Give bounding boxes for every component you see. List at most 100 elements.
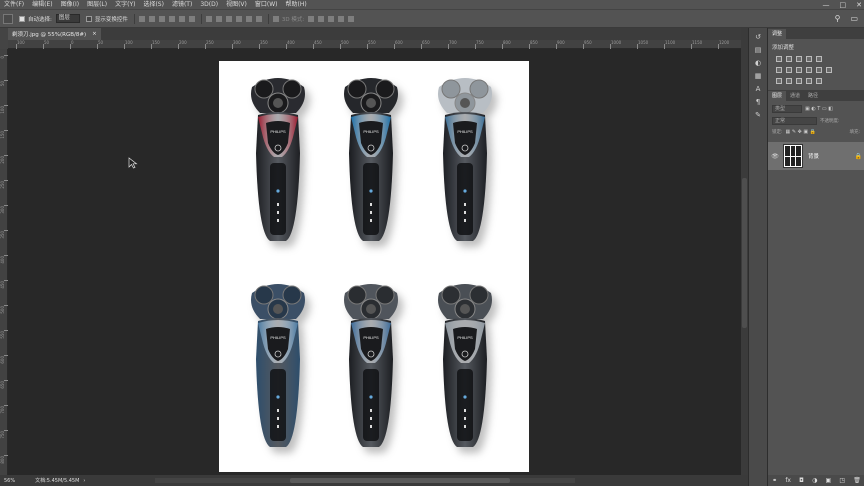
move-tool-preset-icon[interactable] <box>3 13 13 24</box>
swatches-icon[interactable]: ▦ <box>754 72 762 80</box>
menu-item[interactable]: 编辑(E) <box>28 0 56 9</box>
distribute-bottom-icon[interactable] <box>225 15 232 22</box>
invert-icon[interactable] <box>776 78 782 84</box>
divider <box>200 13 202 24</box>
hue-saturation-icon[interactable] <box>776 67 782 73</box>
posterize-icon[interactable] <box>786 78 792 84</box>
menu-item[interactable]: 视图(V) <box>222 0 251 9</box>
link-layers-icon[interactable]: ⚭ <box>772 477 777 484</box>
brightness-icon[interactable] <box>776 56 782 62</box>
minimize-button[interactable]: — <box>823 1 830 9</box>
document-tab[interactable]: 剃须刀.jpg @ 55%(RGB/8#) × <box>8 28 101 40</box>
tab-paths[interactable]: 路径 <box>804 91 822 101</box>
distribute-vcenter-icon[interactable] <box>215 15 222 22</box>
align-bottom-icon[interactable] <box>158 15 165 22</box>
menu-item[interactable]: 滤镜(T) <box>168 0 196 9</box>
3d-scale-icon[interactable] <box>348 15 355 22</box>
fill-label: 填充: <box>849 130 860 135</box>
3d-pan-icon[interactable] <box>328 15 335 22</box>
auto-align-icon[interactable] <box>272 15 279 22</box>
kind-filter-dropdown[interactable]: 类型 <box>772 105 802 113</box>
align-left-icon[interactable] <box>168 15 175 22</box>
exposure-icon[interactable] <box>806 56 812 62</box>
ruler-label: 800 <box>503 40 511 45</box>
paragraph-icon[interactable]: ¶ <box>754 98 762 106</box>
horizontal-ruler[interactable]: 100 50 0 50 100 150 200 250 300 350 400 450 500 550 60… <box>8 40 741 49</box>
new-adjustment-icon[interactable]: ◑ <box>812 477 817 484</box>
auto-select-checkbox[interactable] <box>19 15 25 22</box>
auto-select-dropdown[interactable]: 图层 <box>55 14 80 23</box>
visibility-eye-icon[interactable]: 👁 <box>771 153 779 160</box>
black-white-icon[interactable] <box>796 67 802 73</box>
status-arrow-icon[interactable]: › <box>83 478 85 484</box>
align-vcenter-icon[interactable] <box>148 15 155 22</box>
vibrance-icon[interactable] <box>816 56 822 62</box>
document-canvas[interactable]: PHILIPS PHILIPS PHILIPS PHILIPS PHILIPS … <box>219 61 529 472</box>
close-button[interactable]: ✕ <box>856 1 862 9</box>
horizontal-scrollbar[interactable] <box>155 478 575 483</box>
tab-channels[interactable]: 通道 <box>786 91 804 101</box>
tab-layers[interactable]: 图层 <box>768 91 787 101</box>
menu-item[interactable]: 选择(S) <box>139 0 168 9</box>
maximize-button[interactable]: □ <box>840 1 847 9</box>
selective-color-icon[interactable] <box>816 78 822 84</box>
levels-icon[interactable] <box>786 56 792 62</box>
show-transform-checkbox[interactable] <box>85 15 92 22</box>
character-icon[interactable]: A <box>754 85 762 93</box>
align-hcenter-icon[interactable] <box>178 15 185 22</box>
layer-row-background[interactable]: 👁 背景 🔒 <box>768 142 864 170</box>
color-lookup-icon[interactable] <box>826 67 832 73</box>
distribute-left-icon[interactable] <box>235 15 242 22</box>
distribute-hcenter-icon[interactable] <box>245 15 252 22</box>
ruler-label: 550 <box>0 331 5 339</box>
menu-item[interactable]: 帮助(H) <box>282 0 311 9</box>
menu-item[interactable]: 3D(D) <box>196 0 222 9</box>
3d-rotate-icon[interactable] <box>308 15 315 22</box>
lock-icons[interactable]: ▦ ✎ ✥ ▣ 🔒 <box>786 129 816 135</box>
3d-slide-icon[interactable] <box>338 15 345 22</box>
ruler-label: 1050 <box>638 40 649 45</box>
ruler-label: 750 <box>476 40 484 45</box>
close-tab-icon[interactable]: × <box>92 31 97 37</box>
fx-icon[interactable]: fx <box>785 477 791 484</box>
menu-item[interactable]: 图像(I) <box>57 0 83 9</box>
vertical-scroll-thumb[interactable] <box>742 178 747 328</box>
menu-item[interactable]: 文件(F) <box>0 0 28 9</box>
blend-row: 正常 不透明度: <box>772 117 860 125</box>
new-layer-icon[interactable]: ◳ <box>839 477 845 484</box>
threshold-icon[interactable] <box>796 78 802 84</box>
distribute-top-icon[interactable] <box>205 15 212 22</box>
search-icon[interactable]: ⚲ <box>835 14 841 23</box>
ruler-label: 1000 <box>611 40 622 45</box>
properties-icon[interactable]: ▤ <box>754 46 762 54</box>
gradient-map-icon[interactable] <box>806 78 812 84</box>
distribute-right-icon[interactable] <box>255 15 262 22</box>
svg-text:PHILIPS: PHILIPS <box>363 129 379 134</box>
brush-icon[interactable]: ✎ <box>754 111 762 119</box>
menu-item[interactable]: 图层(L) <box>83 0 111 9</box>
3d-roll-icon[interactable] <box>318 15 325 22</box>
vertical-scrollbar[interactable] <box>741 28 748 475</box>
photo-filter-icon[interactable] <box>806 67 812 73</box>
history-icon[interactable]: ↺ <box>754 33 762 41</box>
color-balance-icon[interactable] <box>786 67 792 73</box>
color-icon[interactable]: ◐ <box>754 59 762 67</box>
horizontal-scroll-thumb[interactable] <box>290 478 510 483</box>
vertical-ruler[interactable]: 0 50 100 150 200 250 300 350 400 450 500 550 600 650 7… <box>0 49 8 475</box>
tab-adjustments[interactable]: 调整 <box>768 29 787 39</box>
delete-layer-icon[interactable]: 🗑 <box>853 477 861 484</box>
menu-item[interactable]: 文字(Y) <box>111 0 139 9</box>
blend-mode-dropdown[interactable]: 正常 <box>772 117 817 125</box>
align-right-icon[interactable] <box>188 15 195 22</box>
add-mask-icon[interactable]: ◘ <box>799 477 804 484</box>
zoom-level[interactable]: 56% <box>4 478 15 484</box>
workspace-icon[interactable]: ▭ <box>850 14 858 23</box>
align-top-icon[interactable] <box>138 15 145 22</box>
menu-item[interactable]: 窗口(W) <box>251 0 282 9</box>
curves-icon[interactable] <box>796 56 802 62</box>
new-group-icon[interactable]: ▣ <box>826 477 832 484</box>
ruler-label: 400 <box>0 256 5 264</box>
lock-row: 锁定: ▦ ✎ ✥ ▣ 🔒 填充: <box>772 129 860 135</box>
filter-icons[interactable]: ▣ ◐ T ▭ ◧ <box>805 106 833 112</box>
channel-mixer-icon[interactable] <box>816 67 822 73</box>
